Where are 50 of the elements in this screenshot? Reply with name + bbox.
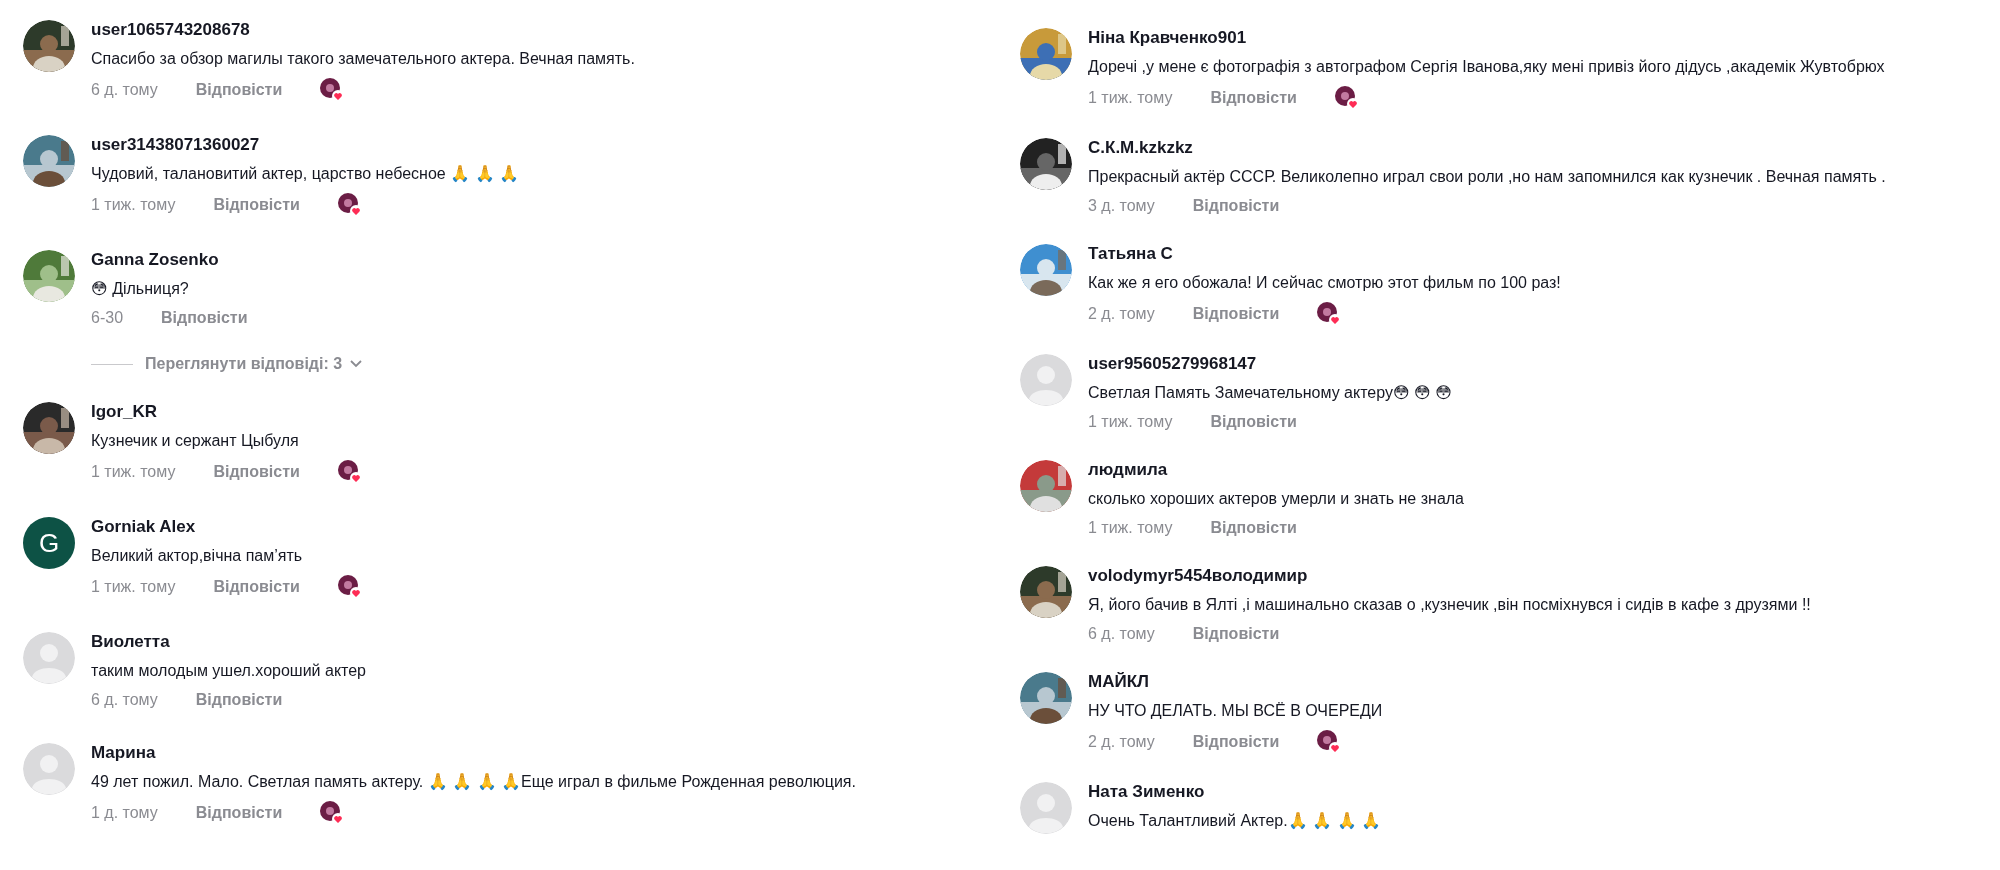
- user-name[interactable]: user95605279968147: [1088, 354, 1452, 374]
- comment-text: НУ ЧТО ДЕЛАТЬ. МЫ ВСЁ В ОЧЕРЕДИ: [1088, 701, 1383, 721]
- comment-text: 😳 Дільниця?: [91, 279, 190, 299]
- comment-text: Доречі ,у мене є фотографія з автографом Сергія Іванова,яку мені привіз його дідусь ,академік Жувтобрюх: [1088, 57, 1885, 77]
- avatar-icon: [23, 632, 75, 684]
- comment-time: 6 д. тому: [91, 690, 158, 710]
- avatar-icon: [23, 743, 75, 795]
- user-name[interactable]: Ganna Zosenko: [91, 250, 248, 270]
- comment-text: Я, його бачив в Ялті ,і машинально сказав о ,кузнечик ,він посміхнувся і сидів в кафе з друзями !!: [1088, 595, 1811, 615]
- comment-time: 1 тиж. тому: [1088, 88, 1173, 108]
- user-name[interactable]: МАЙКЛ: [1088, 672, 1383, 692]
- user-name[interactable]: Марина: [91, 743, 856, 763]
- user-name[interactable]: user31438071360027: [91, 135, 519, 155]
- user-name[interactable]: Ната Зименко: [1088, 782, 1381, 802]
- comment-text: 49 лет пожил. Мало. Светлая память актеру. 🙏 🙏 🙏 🙏Еще играл в фильме Рожденная революция.: [91, 772, 856, 792]
- comment-text: Великий актор,вічна пам’ять: [91, 546, 304, 566]
- comment-time: 6 д. тому: [1088, 624, 1155, 644]
- avatar-icon: [1020, 354, 1072, 406]
- comment-text: Очень Талантливий Актер.🙏 🙏 🙏 🙏: [1088, 811, 1381, 831]
- comment-time: 6-30: [91, 308, 124, 328]
- comment-time: 1 тиж. тому: [1088, 412, 1173, 432]
- user-name[interactable]: volodymyr5454володимир: [1088, 566, 1811, 586]
- user-name[interactable]: Gorniak Alex: [91, 517, 362, 537]
- comment-text: Спасибо за обзор магилы такого замечательного актера. Вечная память.: [91, 49, 635, 69]
- comment-time: 2 д. тому: [1088, 304, 1155, 324]
- user-name[interactable]: Виолетта: [91, 632, 366, 652]
- comment-time: 1 тиж. тому: [91, 195, 176, 215]
- comment-text: Кузнечик и сержант Цыбуля: [91, 431, 300, 451]
- user-name[interactable]: user1065743208678: [91, 20, 635, 40]
- user-name[interactable]: С.К.М.kzkzkz: [1088, 138, 1886, 158]
- comment-text: Светлая Память Замечательному актеру😳 😳 😳: [1088, 383, 1452, 403]
- avatar-initial: G: [23, 517, 75, 569]
- avatar-icon: [1020, 782, 1072, 834]
- user-name[interactable]: людмила: [1088, 460, 1464, 480]
- comment-time: 1 тиж. тому: [1088, 518, 1173, 538]
- comment-time: 6 д. тому: [91, 80, 158, 100]
- user-name[interactable]: Igor_KR: [91, 402, 362, 422]
- comment-text: Прекрасный актёр СССР. Великолепно играл свои роли ,но нам запомнился как кузнечик . Вечная память .: [1088, 167, 1886, 187]
- comment-text: Как же я его обожала! И сейчас смотрю этот фильм по 100 раз!: [1088, 273, 1561, 293]
- user-name[interactable]: Ніна Кравченко901: [1088, 28, 1885, 48]
- comment-time: 3 д. тому: [1088, 196, 1155, 216]
- comment-time: 1 д. тому: [91, 803, 158, 823]
- comment-text: таким молодым ушел.хороший актер: [91, 661, 366, 681]
- comment-time: 1 тиж. тому: [91, 462, 176, 482]
- comment-time: 2 д. тому: [1088, 732, 1155, 752]
- user-name[interactable]: Татьяна С: [1088, 244, 1561, 264]
- chevron-down-icon: [350, 360, 363, 368]
- comment-text: сколько хороших актеров умерли и знать не знала: [1088, 489, 1464, 509]
- comment-text: Чудовий, талановитий актер, царство небесное 🙏 🙏 🙏: [91, 164, 519, 184]
- comment-time: 1 тиж. тому: [91, 577, 176, 597]
